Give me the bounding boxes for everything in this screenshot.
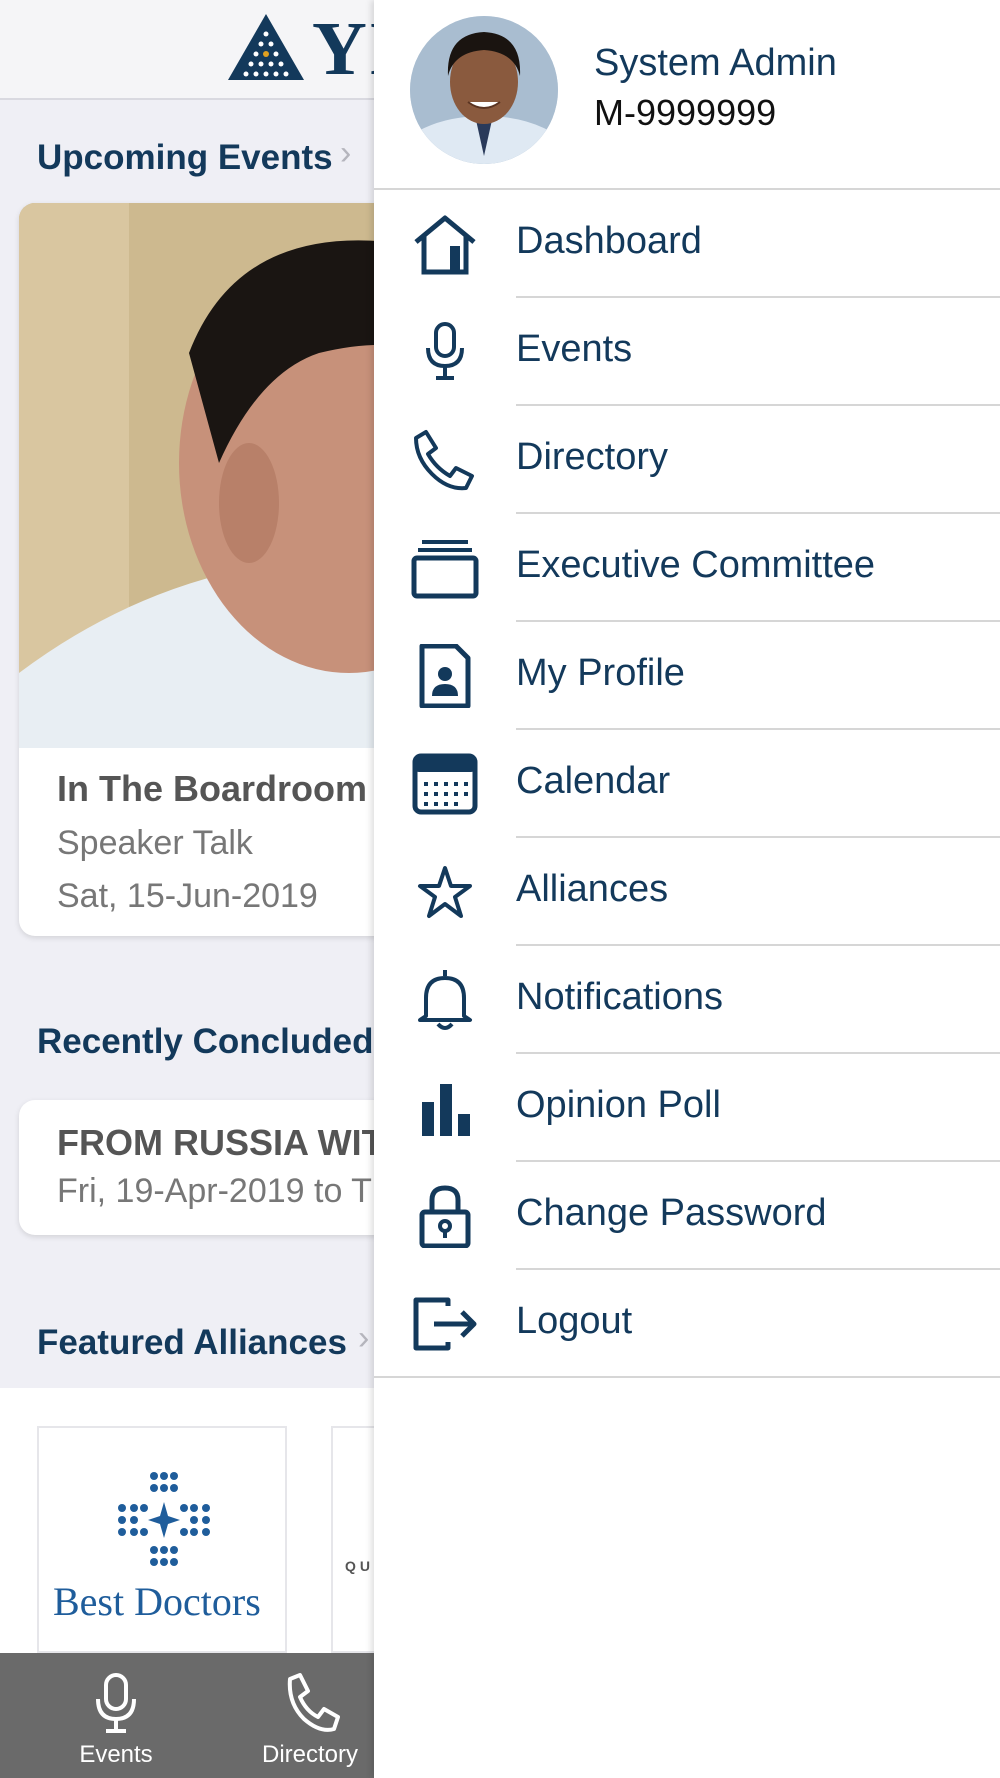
chevron-right-icon[interactable]: › bbox=[358, 1319, 369, 1358]
event-date: Sat, 15-Jun-2019 bbox=[57, 877, 318, 915]
menu-item-calendar[interactable]: Calendar bbox=[374, 730, 1000, 838]
concluded-event-date: Fri, 19-Apr-2019 to T bbox=[57, 1172, 372, 1210]
bar-chart-icon bbox=[422, 1084, 470, 1136]
bottom-nav-events[interactable]: Events bbox=[26, 1653, 206, 1778]
menu-label: Change Password bbox=[516, 1192, 827, 1234]
recently-concluded-title[interactable]: Recently Concluded bbox=[37, 1022, 373, 1062]
chevron-right-icon[interactable]: › bbox=[340, 134, 351, 173]
lock-icon bbox=[419, 1185, 471, 1248]
menu-item-events[interactable]: Events bbox=[374, 298, 1000, 406]
menu-item-opinion-poll[interactable]: Opinion Poll bbox=[374, 1054, 1000, 1162]
menu-label: Executive Committee bbox=[516, 544, 876, 586]
menu-label: Opinion Poll bbox=[516, 1084, 721, 1126]
menu-item-executive-committee[interactable]: Executive Committee bbox=[374, 514, 1000, 622]
alliance-name: Best Doctors bbox=[53, 1579, 261, 1624]
featured-alliances-title[interactable]: Featured Alliances bbox=[37, 1323, 347, 1363]
member-id: M-9999999 bbox=[594, 92, 777, 133]
event-title: In The Boardroom bbox=[57, 768, 368, 809]
menu-item-logout[interactable]: Logout bbox=[374, 1270, 1000, 1378]
menu-label: Dashboard bbox=[516, 220, 702, 262]
stack-icon bbox=[411, 540, 479, 599]
profile-document-icon bbox=[419, 644, 471, 708]
microphone-icon bbox=[96, 1673, 136, 1733]
microphone-icon bbox=[426, 322, 464, 380]
bottom-nav-directory-label: Directory bbox=[261, 1741, 358, 1768]
menu-item-dashboard[interactable]: Dashboard bbox=[374, 190, 1000, 298]
phone-icon bbox=[414, 430, 474, 491]
upcoming-events-title[interactable]: Upcoming Events bbox=[37, 138, 333, 178]
home-icon bbox=[414, 215, 476, 275]
bottom-nav-events-label: Events bbox=[79, 1741, 153, 1768]
drawer-menu: Dashboard Events Directory Executive Com… bbox=[374, 190, 1000, 1378]
user-name: System Admin bbox=[594, 42, 837, 84]
menu-label: Events bbox=[516, 328, 633, 370]
navigation-drawer: System Admin M-9999999 Dashboard Events bbox=[374, 0, 1000, 1778]
menu-label: Logout bbox=[516, 1300, 633, 1342]
avatar[interactable] bbox=[410, 16, 558, 164]
menu-item-change-password[interactable]: Change Password bbox=[374, 1162, 1000, 1270]
menu-label: Notifications bbox=[516, 976, 723, 1018]
logo-pyramid-icon bbox=[228, 14, 304, 80]
best-doctors-logo-icon bbox=[118, 1472, 210, 1566]
menu-label: Calendar bbox=[516, 760, 671, 802]
bottom-nav-directory[interactable]: Directory bbox=[220, 1653, 400, 1778]
alliance-name: QU bbox=[345, 1558, 374, 1574]
bell-icon bbox=[418, 970, 472, 1030]
menu-item-alliances[interactable]: Alliances bbox=[374, 838, 1000, 946]
menu-item-notifications[interactable]: Notifications bbox=[374, 946, 1000, 1054]
menu-item-my-profile[interactable]: My Profile bbox=[374, 622, 1000, 730]
divider bbox=[374, 1376, 1000, 1378]
drawer-header: System Admin M-9999999 bbox=[374, 0, 1000, 190]
concluded-event-title: FROM RUSSIA WIT bbox=[57, 1122, 384, 1163]
menu-item-directory[interactable]: Directory bbox=[374, 406, 1000, 514]
calendar-icon bbox=[412, 753, 478, 815]
alliance-card-best-doctors[interactable]: Best Doctors bbox=[37, 1426, 287, 1653]
logout-icon bbox=[413, 1297, 477, 1351]
menu-label: My Profile bbox=[516, 652, 685, 694]
star-icon bbox=[418, 866, 472, 918]
menu-label: Alliances bbox=[516, 868, 669, 910]
phone-icon bbox=[287, 1673, 340, 1732]
event-type: Speaker Talk bbox=[57, 824, 253, 862]
menu-label: Directory bbox=[516, 436, 669, 478]
